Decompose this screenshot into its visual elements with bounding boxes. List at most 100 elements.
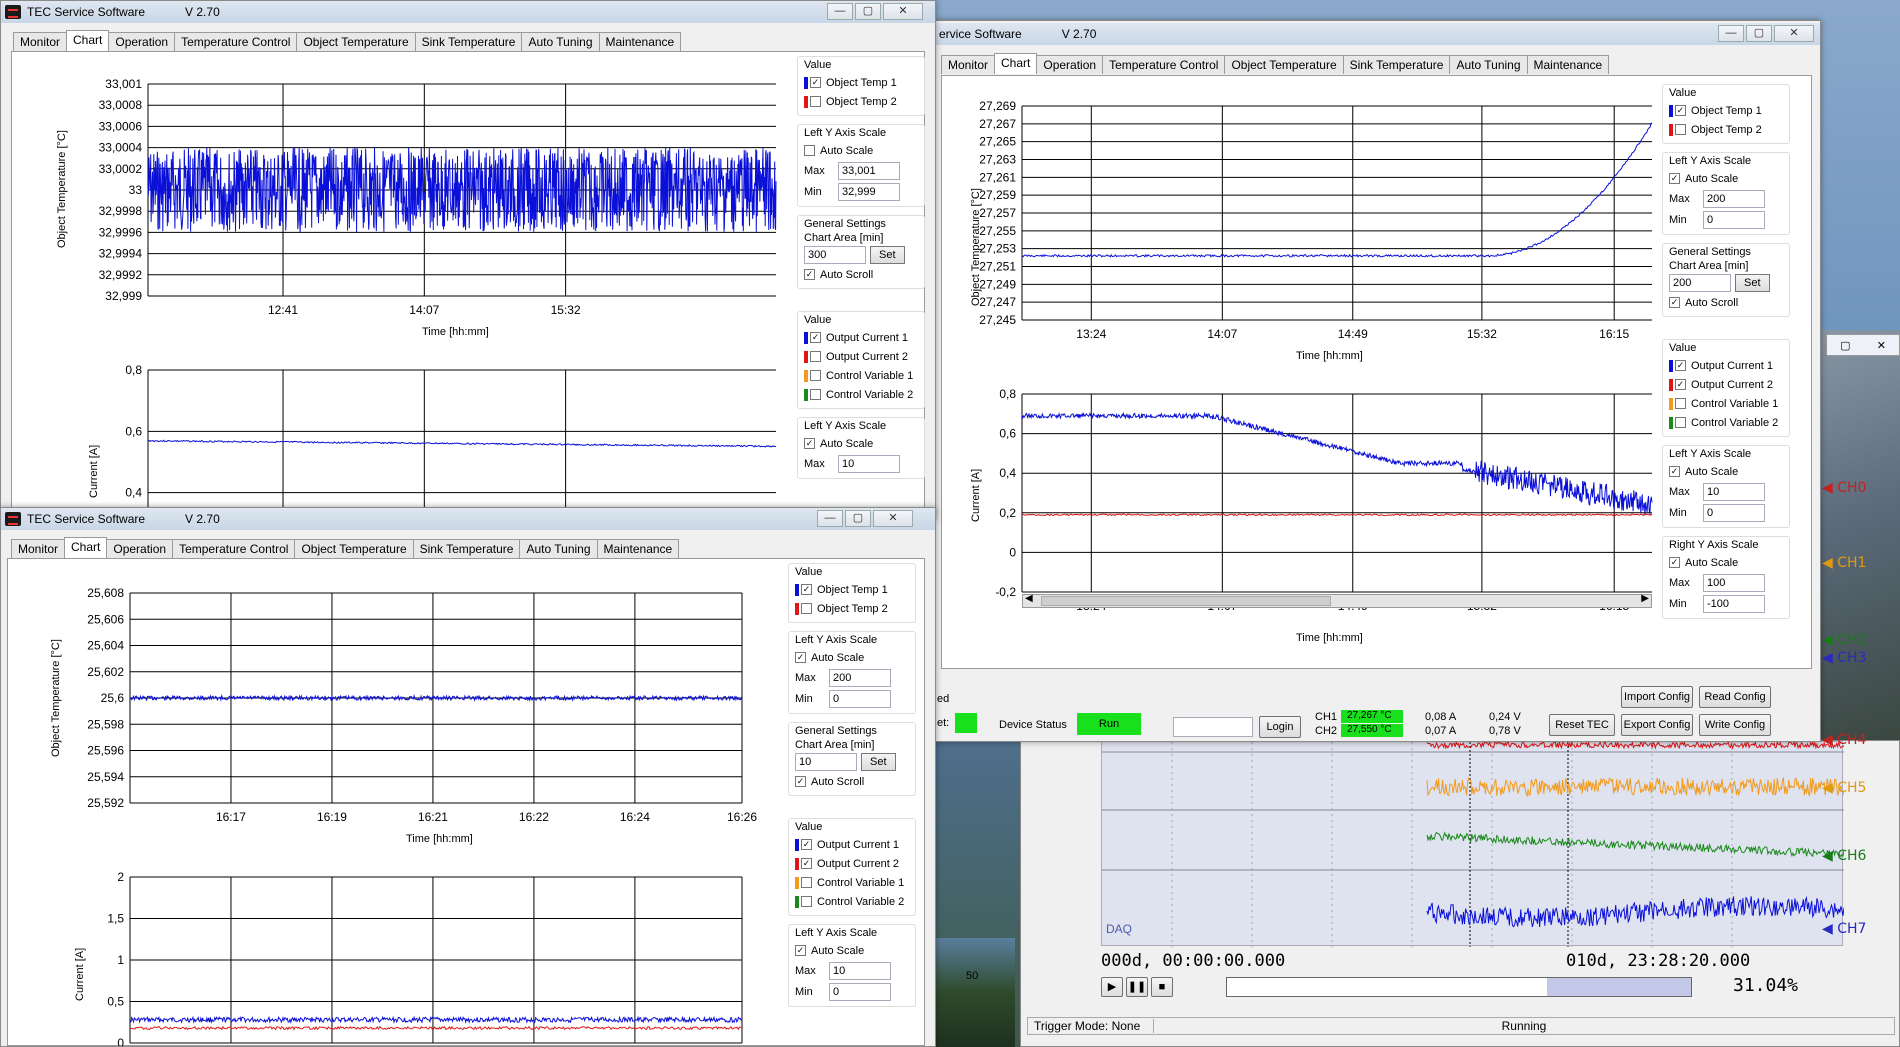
control-variable-1-checkbox-row[interactable]: Control Variable 1: [795, 873, 911, 892]
temp-auto-scale-checkbox[interactable]: [804, 145, 815, 156]
minimize-button[interactable]: —: [827, 3, 853, 20]
tab-chart[interactable]: Chart: [66, 30, 110, 51]
output-current-1-checkbox[interactable]: ✓: [801, 839, 812, 850]
current-min-input[interactable]: [829, 982, 891, 1001]
temp-min-input[interactable]: [829, 689, 891, 708]
object-temp-2-checkbox-row[interactable]: Object Temp 2: [804, 92, 920, 111]
temp-auto-scale-checkbox[interactable]: ✓: [795, 652, 806, 663]
object-temp-1-checkbox[interactable]: ✓: [1675, 105, 1686, 116]
output-current-2-checkbox-row[interactable]: Output Current 2: [804, 347, 920, 366]
current-max-input[interactable]: [829, 961, 891, 980]
object-temp-2-checkbox[interactable]: [1675, 124, 1686, 135]
stop-button[interactable]: ■: [1151, 977, 1173, 997]
chart-area-input[interactable]: [795, 752, 857, 771]
object-temp-2-checkbox[interactable]: [801, 603, 812, 614]
control-variable-1-checkbox-row[interactable]: Control Variable 1: [804, 366, 920, 385]
current-auto-scale-checkbox[interactable]: ✓: [795, 945, 806, 956]
control-variable-1-checkbox[interactable]: [810, 370, 821, 381]
right-min-input[interactable]: [1703, 594, 1765, 613]
object-temp-2-checkbox-row[interactable]: Object Temp 2: [1669, 120, 1785, 139]
output-current-1-checkbox-row[interactable]: ✓ Output Current 1: [795, 835, 911, 854]
temp-min-input[interactable]: [838, 182, 900, 201]
temp-max-input[interactable]: [838, 161, 900, 180]
tab-chart[interactable]: Chart: [64, 537, 108, 558]
scrollbar-thumb[interactable]: [1041, 596, 1331, 606]
set-button[interactable]: Set: [861, 752, 896, 771]
object-temp-2-checkbox-row[interactable]: Object Temp 2: [795, 599, 911, 618]
tab-sink-temperature[interactable]: Sink Temperature: [412, 539, 521, 558]
read-config-button[interactable]: Read Config: [1699, 686, 1771, 708]
control-variable-2-checkbox-row[interactable]: Control Variable 2: [804, 385, 920, 404]
control-variable-2-checkbox-row[interactable]: Control Variable 2: [795, 892, 911, 911]
output-current-1-checkbox-row[interactable]: ✓ Output Current 1: [1669, 356, 1785, 375]
output-current-2-checkbox[interactable]: ✓: [801, 858, 812, 869]
daq-close-icon[interactable]: ✕: [1877, 339, 1886, 352]
control-variable-2-checkbox-row[interactable]: Control Variable 2: [1669, 413, 1785, 432]
pause-button[interactable]: ❚❚: [1126, 977, 1148, 997]
control-variable-2-checkbox[interactable]: [810, 389, 821, 400]
tab-sink-temperature[interactable]: Sink Temperature: [414, 32, 523, 51]
tab-operation[interactable]: Operation: [108, 32, 176, 51]
output-current-2-checkbox-row[interactable]: ✓ Output Current 2: [795, 854, 911, 873]
close-button[interactable]: ✕: [873, 510, 913, 527]
output-current-2-checkbox-row[interactable]: ✓ Output Current 2: [1669, 375, 1785, 394]
current-max-input[interactable]: [1703, 482, 1765, 501]
password-input[interactable]: [1173, 717, 1253, 737]
control-variable-1-checkbox-row[interactable]: Control Variable 1: [1669, 394, 1785, 413]
control-variable-1-checkbox[interactable]: [1675, 398, 1686, 409]
tab-maintenance[interactable]: Maintenance: [1526, 55, 1610, 74]
maximize-button[interactable]: ▢: [855, 3, 881, 20]
object-temp-1-checkbox[interactable]: ✓: [801, 584, 812, 595]
set-button[interactable]: Set: [1735, 273, 1770, 292]
tab-maintenance[interactable]: Maintenance: [598, 32, 682, 51]
temp-max-input[interactable]: [829, 668, 891, 687]
control-variable-2-checkbox[interactable]: [801, 896, 812, 907]
temp-max-input[interactable]: [1703, 189, 1765, 208]
current-max-input[interactable]: [838, 454, 900, 473]
right-max-input[interactable]: [1703, 573, 1765, 592]
tab-chart[interactable]: Chart: [994, 53, 1038, 74]
tab-sink-temperature[interactable]: Sink Temperature: [1342, 55, 1451, 74]
tab-monitor[interactable]: Monitor: [941, 55, 996, 74]
tab-monitor[interactable]: Monitor: [13, 32, 68, 51]
output-current-2-checkbox[interactable]: ✓: [1675, 379, 1686, 390]
object-temp-1-checkbox-row[interactable]: ✓ Object Temp 1: [795, 580, 911, 599]
object-temp-1-checkbox-row[interactable]: ✓ Object Temp 1: [1669, 101, 1785, 120]
minimize-button[interactable]: —: [817, 510, 843, 527]
write-config-button[interactable]: Write Config: [1699, 714, 1771, 736]
temp-min-input[interactable]: [1703, 210, 1765, 229]
tab-object-temperature[interactable]: Object Temperature: [1224, 55, 1344, 74]
object-temp-1-checkbox[interactable]: ✓: [810, 77, 821, 88]
play-button[interactable]: ▶: [1101, 977, 1123, 997]
control-variable-1-checkbox[interactable]: [801, 877, 812, 888]
current-auto-scale-checkbox[interactable]: ✓: [804, 438, 815, 449]
close-button[interactable]: ✕: [1774, 25, 1814, 42]
import-config-button[interactable]: Import Config: [1621, 686, 1693, 708]
tab-maintenance[interactable]: Maintenance: [596, 539, 680, 558]
output-current-1-checkbox-row[interactable]: ✓ Output Current 1: [804, 328, 920, 347]
temp-auto-scale-checkbox[interactable]: ✓: [1669, 173, 1680, 184]
output-current-2-checkbox[interactable]: [810, 351, 821, 362]
tab-object-temperature[interactable]: Object Temperature: [296, 32, 416, 51]
reset-tec-button[interactable]: Reset TEC: [1549, 714, 1615, 736]
auto-scroll-checkbox[interactable]: ✓: [1669, 297, 1680, 308]
tab-auto-tuning[interactable]: Auto Tuning: [521, 32, 600, 51]
maximize-button[interactable]: ▢: [1746, 25, 1772, 42]
current-min-input[interactable]: [1703, 503, 1765, 522]
tab-object-temperature[interactable]: Object Temperature: [294, 539, 414, 558]
chart-area-input[interactable]: [1669, 273, 1731, 292]
object-temp-2-checkbox[interactable]: [810, 96, 821, 107]
tab-operation[interactable]: Operation: [106, 539, 174, 558]
set-button[interactable]: Set: [870, 245, 905, 264]
minimize-button[interactable]: —: [1718, 25, 1744, 42]
output-current-1-checkbox[interactable]: ✓: [1675, 360, 1686, 371]
object-temp-1-checkbox-row[interactable]: ✓ Object Temp 1: [804, 73, 920, 92]
login-button[interactable]: Login: [1259, 716, 1301, 738]
tab-temperature-control[interactable]: Temperature Control: [174, 32, 298, 51]
export-config-button[interactable]: Export Config: [1621, 714, 1693, 736]
tab-temperature-control[interactable]: Temperature Control: [172, 539, 296, 558]
output-current-1-checkbox[interactable]: ✓: [810, 332, 821, 343]
maximize-button[interactable]: ▢: [845, 510, 871, 527]
tab-operation[interactable]: Operation: [1036, 55, 1104, 74]
auto-scroll-checkbox[interactable]: ✓: [795, 776, 806, 787]
